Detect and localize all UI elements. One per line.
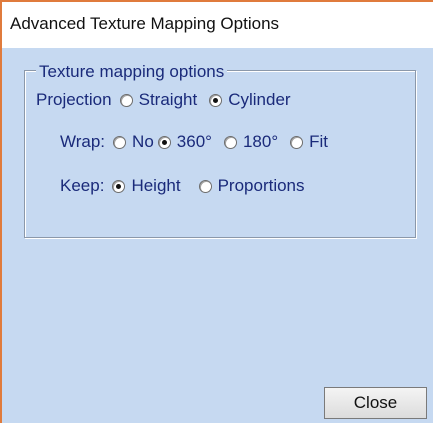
radio-label: Proportions	[217, 176, 305, 195]
wrap-fit-radio[interactable]: Fit	[290, 132, 328, 152]
title-bar[interactable]: Advanced Texture Mapping Options	[2, 2, 433, 48]
wrap-row: Wrap: No 360° 180° Fit	[60, 132, 340, 152]
radio-button-icon[interactable]	[113, 135, 127, 149]
keep-height-radio[interactable]: Height	[112, 176, 181, 196]
keep-proportions-radio[interactable]: Proportions	[198, 176, 305, 196]
projection-cylinder-radio[interactable]: Cylinder	[209, 90, 291, 110]
radio-button-icon[interactable]	[209, 93, 223, 107]
keep-label: Keep:	[60, 176, 105, 195]
radio-label: Fit	[309, 132, 329, 151]
radio-button-icon[interactable]	[198, 179, 212, 193]
keep-row: Keep: Height Proportions	[60, 176, 317, 196]
radio-button-icon[interactable]	[223, 135, 237, 149]
wrap-no-radio[interactable]: No	[113, 132, 154, 152]
radio-label: 180°	[242, 132, 279, 151]
window-title: Advanced Texture Mapping Options	[10, 14, 280, 33]
radio-label: Straight	[138, 90, 198, 109]
radio-button-icon[interactable]	[290, 135, 304, 149]
radio-button-icon[interactable]	[119, 93, 133, 107]
projection-row: Projection Straight Cylinder	[36, 90, 303, 110]
radio-label: Cylinder	[228, 90, 291, 109]
projection-label: Projection	[36, 90, 112, 109]
wrap-360-radio[interactable]: 360°	[157, 132, 212, 152]
close-button[interactable]: Close	[324, 387, 427, 419]
wrap-180-radio[interactable]: 180°	[223, 132, 279, 152]
radio-button-icon[interactable]	[112, 179, 126, 193]
radio-button-icon[interactable]	[157, 135, 171, 149]
dialog-body: Texture mapping options Projection Strai…	[2, 48, 433, 423]
radio-label: 360°	[176, 132, 212, 151]
dialog-window: Advanced Texture Mapping Options Texture…	[0, 0, 433, 423]
radio-label: Height	[131, 176, 181, 195]
wrap-label: Wrap:	[60, 132, 106, 151]
radio-label: No	[132, 132, 154, 151]
projection-straight-radio[interactable]: Straight	[119, 90, 198, 110]
groupbox-legend: Texture mapping options	[36, 62, 228, 82]
